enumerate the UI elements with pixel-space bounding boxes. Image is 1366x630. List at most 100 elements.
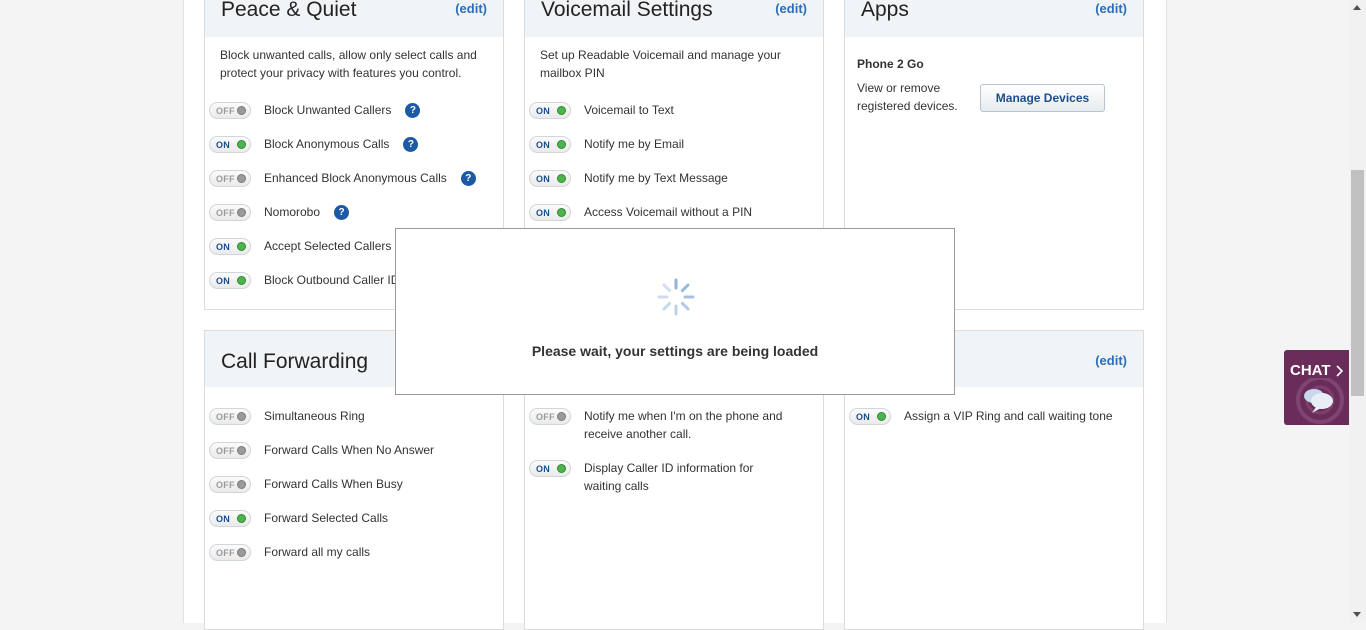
toggle-switch[interactable]: ON bbox=[209, 238, 251, 255]
toggle-switch[interactable]: OFF bbox=[209, 544, 251, 561]
setting-row-accept-selected: ON Accept Selected Callers bbox=[209, 238, 391, 258]
help-icon[interactable]: ? bbox=[334, 205, 350, 220]
toggle-state: OFF bbox=[216, 173, 235, 184]
app-name: Phone 2 Go bbox=[857, 57, 924, 71]
setting-label: Notify me when I'm on the phone and rece… bbox=[584, 409, 783, 441]
toggle-state: OFF bbox=[216, 207, 235, 218]
setting-label: Nomorobo bbox=[264, 205, 321, 219]
setting-row-forward-selected: ON Forward Selected Calls bbox=[209, 510, 388, 530]
status-dot bbox=[237, 208, 246, 217]
edit-link[interactable]: (edit) bbox=[455, 1, 487, 16]
toggle-state: ON bbox=[536, 463, 551, 474]
status-dot bbox=[557, 464, 566, 473]
setting-label: Assign a VIP Ring and call waiting tone bbox=[904, 409, 1113, 423]
setting-row-vip-ring: ON Assign a VIP Ring and call waiting to… bbox=[849, 408, 1113, 428]
app-description: View or remove registered devices. bbox=[857, 81, 958, 113]
help-icon[interactable]: ? bbox=[405, 103, 421, 118]
edit-link[interactable]: (edit) bbox=[775, 1, 807, 16]
status-dot bbox=[237, 412, 246, 421]
toggle-switch[interactable]: OFF bbox=[209, 408, 251, 425]
scroll-up-arrow-icon[interactable] bbox=[1353, 5, 1361, 10]
setting-label: Enhanced Block Anonymous Calls bbox=[264, 171, 447, 185]
card-title: Voicemail Settings bbox=[541, 0, 713, 21]
toggle-state: ON bbox=[216, 241, 231, 252]
toggle-switch[interactable]: OFF bbox=[209, 102, 251, 119]
toggle-state: OFF bbox=[216, 411, 235, 422]
setting-label: Voicemail to Text bbox=[584, 103, 674, 117]
page-scrollbar[interactable] bbox=[1349, 0, 1366, 623]
setting-row-simultaneous: OFF Simultaneous Ring bbox=[209, 408, 365, 428]
setting-row-notify-email: ON Notify me by Email bbox=[529, 136, 684, 156]
toggle-state: OFF bbox=[216, 105, 235, 116]
toggle-switch[interactable]: ON bbox=[209, 272, 251, 289]
toggle-state: ON bbox=[216, 275, 231, 286]
status-dot bbox=[557, 412, 566, 421]
chat-label: CHAT bbox=[1290, 362, 1331, 379]
toggle-switch[interactable]: ON bbox=[529, 460, 571, 477]
status-dot bbox=[877, 412, 886, 421]
edit-link[interactable]: (edit) bbox=[1095, 1, 1127, 16]
toggle-state: ON bbox=[856, 411, 871, 422]
status-dot bbox=[237, 480, 246, 489]
toggle-switch[interactable]: ON bbox=[529, 136, 571, 153]
edit-link[interactable]: (edit) bbox=[1095, 353, 1127, 368]
toggle-switch[interactable]: ON bbox=[529, 102, 571, 119]
loading-spinner-icon bbox=[657, 278, 695, 316]
toggle-state: ON bbox=[536, 139, 551, 150]
toggle-state: OFF bbox=[216, 445, 235, 456]
setting-label: Notify me by Text Message bbox=[584, 171, 728, 185]
toggle-state: ON bbox=[536, 105, 551, 116]
status-dot bbox=[557, 208, 566, 217]
toggle-state: OFF bbox=[536, 411, 555, 422]
scrollbar-thumb[interactable] bbox=[1351, 170, 1364, 396]
status-dot bbox=[237, 242, 246, 251]
setting-label: Block Anonymous Calls bbox=[264, 137, 390, 151]
help-icon[interactable]: ? bbox=[460, 171, 476, 186]
status-dot bbox=[237, 514, 246, 523]
status-dot bbox=[237, 174, 246, 183]
toggle-switch[interactable]: ON bbox=[529, 170, 571, 187]
toggle-state: ON bbox=[536, 173, 551, 184]
status-dot bbox=[237, 140, 246, 149]
toggle-state: OFF bbox=[216, 479, 235, 490]
toggle-switch[interactable]: ON bbox=[209, 510, 251, 527]
chevron-right-icon bbox=[1336, 365, 1344, 377]
toggle-switch[interactable]: ON bbox=[529, 204, 571, 221]
setting-row-busy: OFF Forward Calls When Busy bbox=[209, 476, 403, 496]
status-dot bbox=[237, 276, 246, 285]
setting-label: Forward Calls When Busy bbox=[264, 477, 403, 491]
chat-widget-button[interactable]: CHAT bbox=[1284, 350, 1350, 425]
setting-label: Forward Calls When No Answer bbox=[264, 443, 435, 457]
setting-label: Forward Selected Calls bbox=[264, 511, 389, 525]
status-dot bbox=[237, 548, 246, 557]
help-icon[interactable]: ? bbox=[403, 137, 419, 152]
toggle-switch[interactable]: OFF bbox=[209, 204, 251, 221]
manage-devices-button[interactable]: Manage Devices bbox=[980, 84, 1105, 112]
card-title: Call Forwarding bbox=[221, 350, 369, 373]
toggle-switch[interactable]: OFF bbox=[529, 408, 571, 425]
card-header: Apps (edit) bbox=[845, 0, 1143, 37]
card-description: Set up Readable Voicemail and manage you… bbox=[540, 48, 781, 80]
toggle-switch[interactable]: ON bbox=[849, 408, 891, 425]
setting-row-caller-id-waiting: ON Display Caller ID information for wai… bbox=[529, 460, 779, 493]
setting-row-no-pin: ON Access Voicemail without a PIN bbox=[529, 204, 752, 224]
chat-bubbles-icon bbox=[1296, 378, 1344, 424]
toggle-switch[interactable]: OFF bbox=[209, 476, 251, 493]
setting-row-enhanced-block: OFF Enhanced Block Anonymous Calls ? bbox=[209, 170, 476, 190]
toggle-switch[interactable]: ON bbox=[209, 136, 251, 153]
toggle-state: ON bbox=[536, 207, 551, 218]
setting-label: Forward all my calls bbox=[264, 545, 371, 559]
toggle-switch[interactable]: OFF bbox=[209, 170, 251, 187]
card-title: Apps bbox=[861, 0, 909, 21]
setting-label: Block Unwanted Callers bbox=[264, 103, 392, 117]
card-description: Block unwanted calls, allow only select … bbox=[220, 48, 477, 80]
scroll-down-arrow-icon[interactable] bbox=[1353, 612, 1361, 617]
setting-row-no-answer: OFF Forward Calls When No Answer bbox=[209, 442, 434, 462]
status-dot bbox=[557, 140, 566, 149]
toggle-switch[interactable]: OFF bbox=[209, 442, 251, 459]
toggle-state: OFF bbox=[216, 547, 235, 558]
card-title: Peace & Quiet bbox=[221, 0, 357, 21]
setting-row-block-anonymous: ON Block Anonymous Calls ? bbox=[209, 136, 419, 156]
toggle-state: ON bbox=[216, 513, 231, 524]
setting-row-block-outbound: ON Block Outbound Caller ID bbox=[209, 272, 399, 292]
